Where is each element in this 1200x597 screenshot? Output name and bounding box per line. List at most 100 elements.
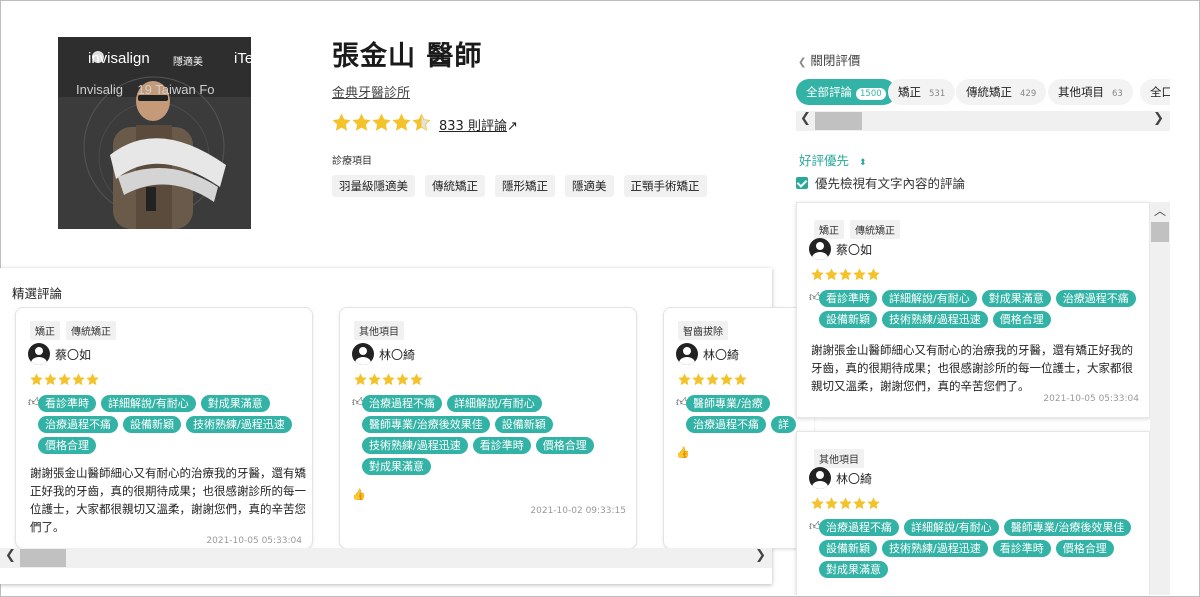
- tab-label: 全部評論: [806, 85, 852, 99]
- tab-count: 429: [1020, 89, 1037, 99]
- review-tag: 矯正: [814, 220, 844, 239]
- praise-tag: 價格合理: [535, 437, 594, 454]
- review-card[interactable]: 矯正 傳統矯正 蔡〇如 👍︎ 看診準時 詳細解說/有耐心 對成果滿意 治療過程不…: [796, 202, 1150, 418]
- star-icon: [412, 113, 431, 131]
- featured-reviews-title: 精選評論: [12, 286, 63, 301]
- text-first-checkbox[interactable]: 優先檢視有文字內容的評論: [796, 173, 965, 192]
- praise-tag: 設備新穎: [123, 416, 181, 433]
- star-icon: [706, 373, 719, 386]
- praise-tag: 對成果滿意: [819, 561, 888, 578]
- treatment-tag[interactable]: 羽量級隱適美: [332, 175, 415, 197]
- star-icon: [825, 268, 838, 281]
- treatment-tag[interactable]: 隱適美: [565, 175, 614, 197]
- star-icon: [58, 373, 71, 386]
- reviewer: 林〇綺: [809, 467, 872, 489]
- featured-review-card[interactable]: 矯正 傳統矯正 蔡〇如 👍︎ 看診準時 詳細解說/有耐心 對成果滿意 治療過程不…: [15, 307, 313, 549]
- scroll-left-icon[interactable]: ❮: [5, 548, 16, 563]
- star-icon: [734, 373, 747, 386]
- review-tags: 矯正 傳統矯正: [814, 220, 900, 239]
- tabs-horizontal-scrollbar[interactable]: ❮ ❯: [796, 111, 1170, 131]
- scrollbar-thumb[interactable]: [1151, 222, 1169, 242]
- praise-tag: 醫師專業/治療後效果佳: [362, 416, 490, 433]
- scroll-right-icon[interactable]: ❯: [1153, 111, 1164, 126]
- praise-tag: 看診準時: [819, 290, 877, 307]
- star-icon: [867, 268, 880, 281]
- banner-brand-cn: 隱適美: [173, 57, 203, 68]
- review-stars: [354, 373, 423, 386]
- text-first-label: 優先檢視有文字內容的評論: [815, 176, 966, 191]
- sort-dropdown[interactable]: 好評優先 ⬍: [799, 150, 867, 169]
- clinic-link[interactable]: 金典牙醫診所: [332, 82, 410, 101]
- treatment-tag[interactable]: 正顎手術矯正: [623, 175, 707, 197]
- tab-label: 矯正: [898, 85, 921, 99]
- avatar: [809, 238, 831, 260]
- treatment-tag[interactable]: 隱形矯正: [495, 175, 555, 197]
- star-icon: [839, 268, 852, 281]
- close-reviews-link[interactable]: ❮ 關閉評價: [798, 50, 860, 69]
- star-icon: [720, 373, 733, 386]
- tab-label: 傳統矯正: [966, 85, 1012, 99]
- scroll-left-icon[interactable]: ❮: [800, 111, 811, 126]
- tab-all-reviews[interactable]: 全部評論 1500: [796, 79, 896, 105]
- tab-orthodontics[interactable]: 矯正 531: [888, 79, 956, 105]
- avatar: [809, 467, 831, 489]
- review-tag: 其他項目: [814, 449, 864, 468]
- praise-tag: 設備新穎: [819, 540, 877, 557]
- like-icon[interactable]: 👍: [676, 446, 690, 459]
- review-tag: 矯正: [30, 321, 60, 340]
- review-count-text: 833 則評論: [439, 119, 507, 134]
- star-icon: [410, 373, 423, 386]
- checkbox-checked-icon[interactable]: [796, 176, 808, 189]
- scroll-right-icon[interactable]: ❯: [755, 548, 766, 563]
- praise-tag: 技術熟練/過程迅速: [362, 437, 468, 454]
- praise-tag: 治療過程不痛: [38, 416, 118, 433]
- avatar: [676, 343, 698, 365]
- scrollbar-thumb[interactable]: [20, 549, 66, 567]
- featured-review-card[interactable]: 其他項目 林〇綺 👍︎ 治療過程不痛 詳細解說/有耐心 醫師專業/治療後效果佳 …: [339, 307, 637, 549]
- praise-tag: 詳細解說/有耐心: [882, 290, 977, 307]
- star-icon: [30, 373, 43, 386]
- praise-tag: 對成果滿意: [200, 395, 270, 412]
- star-icon: [72, 373, 85, 386]
- doctor-photo: invisalign 隱適美 iTe Invisalig 19 Taiwan F…: [58, 37, 251, 229]
- review-tags: 智齒拔除: [678, 321, 728, 340]
- review-card[interactable]: 其他項目 林〇綺 👍︎ 治療過程不痛 詳細解說/有耐心 醫師專業/治療後效果佳 …: [796, 431, 1150, 595]
- praise-tag: 看診準時: [992, 540, 1051, 557]
- star-icon: [392, 113, 411, 131]
- praise-tag: 詳細解說/有耐心: [101, 395, 196, 412]
- star-icon: [825, 497, 838, 510]
- avatar: [28, 343, 50, 365]
- banner-subtitle: Invisalig 19 Taiwan Fo: [76, 82, 215, 97]
- treatment-label: 診療項目: [332, 156, 372, 167]
- like-icon[interactable]: 👍: [352, 488, 366, 501]
- review-date: 2021-10-05 05:33:04: [1043, 394, 1139, 404]
- praise-tag: 詳細解說/有耐心: [447, 395, 542, 412]
- praise-tag: 價格合理: [1055, 540, 1114, 557]
- review-date: 2021-10-02 09:33:15: [530, 506, 626, 516]
- review-list-vertical-scrollbar[interactable]: ︿: [1150, 202, 1170, 595]
- doctor-name: 張金山 醫師: [332, 41, 483, 72]
- praise-tag: 對成果滿意: [981, 290, 1051, 307]
- review-tags: 其他項目: [354, 321, 404, 340]
- praise-tag: 治療過程不痛: [819, 519, 899, 536]
- review-count-link[interactable]: 833 則評論↗: [439, 115, 518, 134]
- tab-other[interactable]: 其他項目 63: [1048, 79, 1133, 105]
- review-text: 謝謝張金山醫師細心又有耐心的治療我的牙醫，還有矯正好我的牙齒，真的很期待成果；也…: [30, 466, 306, 534]
- star-icon: [382, 373, 395, 386]
- review-list: 矯正 傳統矯正 蔡〇如 👍︎ 看診準時 詳細解說/有耐心 對成果滿意 治療過程不…: [780, 200, 1170, 595]
- review-stars: [811, 268, 880, 281]
- banner-brand: invisalign: [88, 50, 150, 67]
- tab-full-mouth[interactable]: 全口: [1140, 79, 1170, 105]
- scroll-up-icon[interactable]: ︿: [1154, 202, 1166, 219]
- praise-tag: 治療過程不痛: [362, 395, 442, 412]
- praise-tags: 治療過程不痛 詳細解說/有耐心 醫師專業/治療後效果佳 設備新穎 技術熟練/過程…: [362, 395, 634, 475]
- close-reviews-label: 關閉評價: [810, 53, 861, 68]
- praise-tag: 詳細解說/有耐心: [904, 519, 999, 536]
- praise-tag: 醫師專業/治療: [686, 395, 770, 412]
- treatment-tag[interactable]: 傳統矯正: [425, 175, 485, 197]
- praise-tags: 治療過程不痛 詳細解說/有耐心 醫師專業/治療後效果佳 設備新穎 技術熟練/過程…: [819, 519, 1149, 578]
- scrollbar-thumb[interactable]: [815, 112, 862, 130]
- praise-tag: 技術熟練/過程迅速: [882, 540, 988, 557]
- featured-horizontal-scrollbar[interactable]: ❮ ❯: [0, 548, 772, 568]
- tab-traditional-ortho[interactable]: 傳統矯正 429: [956, 79, 1047, 105]
